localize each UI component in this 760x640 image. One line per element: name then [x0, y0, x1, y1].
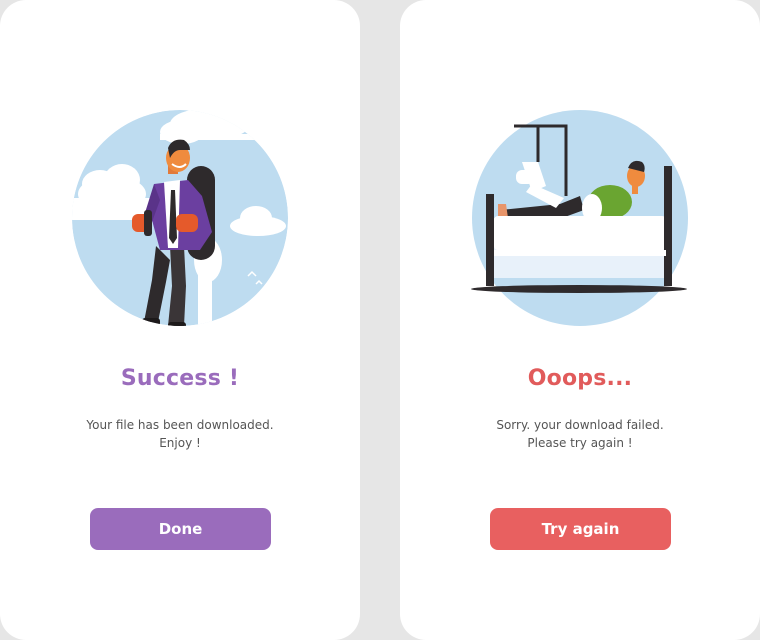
jetpack-man-illustration — [60, 100, 300, 340]
success-card: Success ! Your file has been downloaded.… — [0, 0, 360, 640]
done-button[interactable]: Done — [90, 508, 271, 550]
failure-card: Ooops... Sorry. your download failed. Pl… — [400, 0, 760, 640]
failure-message: Sorry. your download failed. Please try … — [400, 416, 760, 452]
success-message: Your file has been downloaded. Enjoy ! — [0, 416, 360, 452]
failure-message-line-1: Sorry. your download failed. — [496, 418, 664, 432]
try-again-button[interactable]: Try again — [490, 508, 671, 550]
hospital-bed-illustration — [460, 100, 700, 340]
failure-title: Ooops... — [527, 366, 633, 391]
success-message-line-1: Your file has been downloaded. — [86, 418, 274, 432]
success-message-line-2: Enjoy ! — [159, 436, 201, 450]
success-title: Success ! — [120, 366, 240, 391]
failure-message-line-2: Please try again ! — [527, 436, 633, 450]
